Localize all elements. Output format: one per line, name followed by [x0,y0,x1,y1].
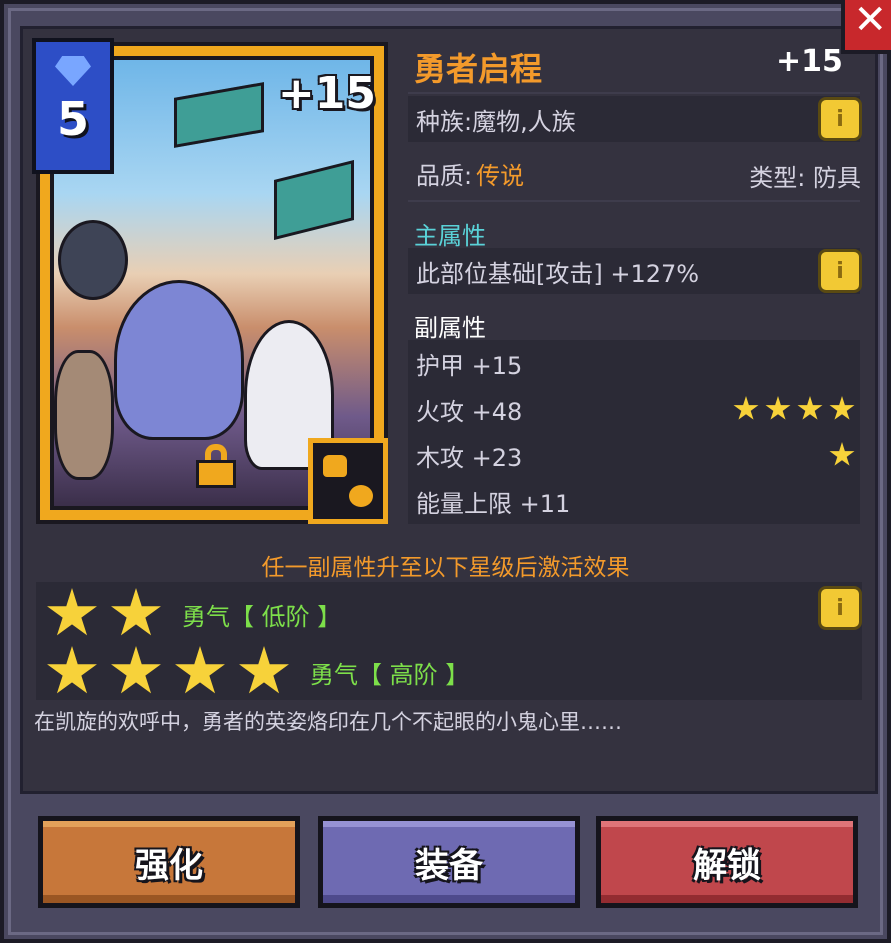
gem-icon [55,56,91,86]
main-stat-info-button[interactable]: i [818,249,862,293]
star-icon [829,396,855,420]
star-icon [765,396,791,420]
race-info-button[interactable]: i [818,97,862,141]
star-icon [111,646,161,694]
sub-stat-text: 木攻 +23 [416,443,523,472]
main-stat-row: 此部位基础[攻击] +127% [408,248,860,294]
equipment-name: 勇者启程 [414,50,543,88]
main-stat-text: 此部位基础[攻击] +127% [416,259,700,288]
close-icon: ✕ [853,0,887,43]
unlock-button[interactable]: 解锁 [596,816,858,908]
card-level: +15 [277,68,376,119]
sub-stat-row: 木攻 +23 [408,432,860,478]
main-stat-header: 主属性 [414,222,486,250]
star-icon [829,442,855,466]
sub-stat-header: 副属性 [414,314,486,342]
star-icon [111,588,161,636]
sub-stat-row: 护甲 +15 [408,340,860,386]
description-text: 在凯旋的欢呼中，勇者的英姿烙印在几个不起眼的小鬼心里…… [34,710,622,734]
set-tier-text: 勇气【 低阶 】 [182,602,342,631]
star-icon [239,646,289,694]
quality-label: 品质: [416,161,473,190]
set-tier-text: 勇气【 高阶 】 [310,660,470,689]
equipment-level: +15 [776,44,843,79]
close-button[interactable]: ✕ [841,0,891,54]
set-bonus-info-button[interactable]: i [818,586,862,630]
type-text: 类型: 防具 [749,164,861,192]
sub-stat-row: 能量上限 +11 [408,478,860,524]
race-row: 种族:魔物,人族 [408,96,860,142]
set-tier-high: 勇气【 高阶 】 [46,646,469,698]
lock-icon [196,444,236,488]
sub-stat-stars [733,396,855,422]
equip-button[interactable]: 装备 [318,816,580,908]
set-bonus-header: 任一副属性升至以下星级后激活效果 [261,555,630,581]
star-icon [733,396,759,420]
race-icon [308,438,388,524]
star-icon [47,588,97,636]
star-icon [175,646,225,694]
set-bonus-box: 勇气【 低阶 】 勇气【 高阶 】 [36,582,862,700]
race-text: 种族:魔物,人族 [416,107,576,136]
sub-stat-text: 能量上限 +11 [416,489,571,518]
upgrade-button[interactable]: 强化 [38,816,300,908]
sub-stat-text: 火攻 +48 [416,397,523,426]
cost-badge: 5 [32,38,114,174]
info-icon: i [836,106,844,132]
star-icon [797,396,823,420]
info-icon: i [836,258,844,284]
equipment-card[interactable]: 5 +15 [32,38,388,524]
cost-value: 5 [56,92,89,146]
quality-value: 传说 [476,161,525,190]
set-tier-low: 勇气【 低阶 】 [46,588,341,640]
info-icon: i [836,595,844,621]
sub-stat-stars [829,442,855,468]
sub-stat-text: 护甲 +15 [416,351,523,380]
star-icon [47,646,97,694]
